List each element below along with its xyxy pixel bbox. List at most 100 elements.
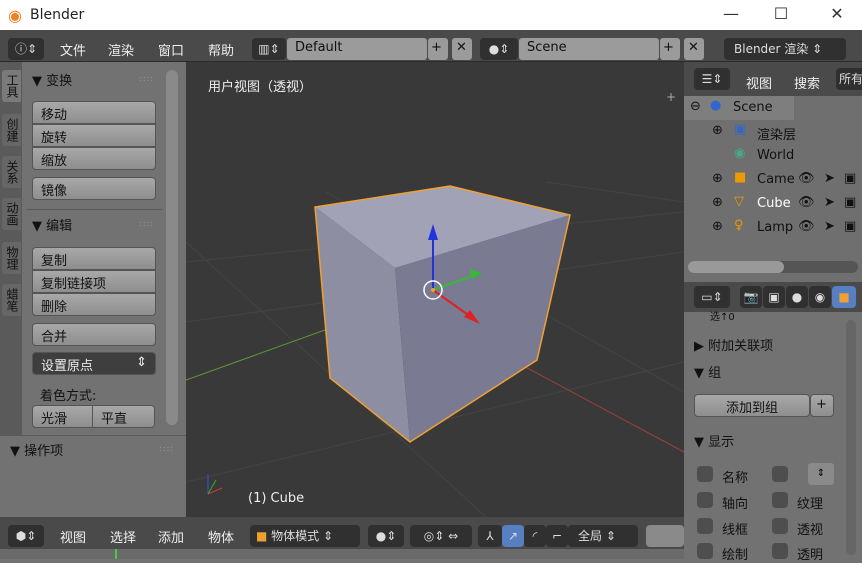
select-arrow-icon[interactable]: ➤ <box>824 195 835 210</box>
rotate-manipulator-icon[interactable]: ◜ <box>524 525 546 547</box>
horizontal-scrollbar[interactable] <box>688 261 858 273</box>
transform-header[interactable]: ▼ 变换 <box>32 70 72 89</box>
mode-select[interactable]: ■ 物体模式 ⇕ <box>250 525 360 547</box>
layers-grid[interactable] <box>646 525 684 547</box>
menu-view[interactable]: 视图 <box>60 527 86 546</box>
properties-scrollbar[interactable] <box>846 320 856 555</box>
outliner-row-cube[interactable]: ⊕ ▽ Cube 👁 ➤ ▣ <box>684 192 862 216</box>
maximize-button[interactable]: ☐ <box>766 4 796 26</box>
smooth-button[interactable]: 光滑 <box>32 405 93 428</box>
select-arrow-icon[interactable]: ➤ <box>824 171 835 186</box>
layout-icon[interactable]: ▥⇕ <box>252 38 286 60</box>
select-arrow-icon[interactable]: ➤ <box>824 219 835 234</box>
editor-type-3d-icon[interactable]: ⬢⇕ <box>8 525 44 547</box>
render-layers-tab-icon[interactable]: ▣ <box>763 286 785 308</box>
move-button[interactable]: 移动 <box>32 101 156 124</box>
menu-window[interactable]: 窗口 <box>158 40 184 59</box>
tab-create[interactable]: 创建 <box>2 114 21 146</box>
partial-field[interactable]: 选↑0 <box>710 308 735 323</box>
timeline[interactable] <box>0 549 684 559</box>
render-engine-select[interactable]: Blender 渲染 ⇕ <box>724 38 846 60</box>
3d-viewport[interactable]: 用户视图（透视） (1) Cube + <box>186 62 684 517</box>
editor-type-info-icon[interactable]: ⓘ⇕ <box>8 38 44 60</box>
drag-grip-icon[interactable]: :::: <box>139 219 154 228</box>
current-frame-marker[interactable] <box>115 549 117 559</box>
expand-icon[interactable]: ⊕ <box>712 123 723 138</box>
pivot-icon[interactable]: ◎⇕ ⇔ <box>410 525 472 547</box>
add-scene-button[interactable]: + <box>660 38 680 60</box>
rotate-button[interactable]: 旋转 <box>32 124 156 147</box>
group-header[interactable]: ▼ 组 <box>694 362 721 381</box>
duplicate-button[interactable]: 复制 <box>32 247 156 270</box>
expand-icon[interactable]: ⊕ <box>712 171 723 186</box>
menu-object[interactable]: 物体 <box>208 527 234 546</box>
menu-file[interactable]: 文件 <box>60 40 86 59</box>
scene-tab-icon[interactable]: ● <box>786 286 808 308</box>
visibility-eye-icon[interactable]: 👁 <box>798 195 815 210</box>
render-camera-icon[interactable]: ▣ <box>844 219 856 234</box>
operator-header[interactable]: ▼ 操作项 <box>10 440 63 459</box>
outliner-row-scene[interactable]: ⊖ ● Scene <box>684 96 794 120</box>
drag-grip-icon[interactable]: :::: <box>139 74 154 83</box>
checkbox[interactable] <box>772 466 788 482</box>
tab-grease-pencil[interactable]: 蜡笔 <box>2 284 21 316</box>
object-tab-icon[interactable]: ■ <box>832 286 856 308</box>
layout-field[interactable]: Default <box>287 38 427 60</box>
close-button[interactable]: ✕ <box>822 4 852 26</box>
expand-icon[interactable]: ⊕ <box>712 219 723 234</box>
name-checkbox[interactable] <box>697 466 713 482</box>
add-layout-button[interactable]: + <box>428 38 448 60</box>
editor-type-properties-icon[interactable]: ▭⇕ <box>694 286 730 308</box>
stepper[interactable]: ⇕ <box>808 463 834 485</box>
scale-manipulator-icon[interactable]: ⌐ <box>546 525 568 547</box>
menu-select[interactable]: 选择 <box>110 527 136 546</box>
render-tab-icon[interactable]: 📷 <box>740 286 762 308</box>
menu-render[interactable]: 渲染 <box>108 40 134 59</box>
menu-add[interactable]: 添加 <box>158 527 184 546</box>
transparency-checkbox[interactable] <box>772 543 788 559</box>
world-tab-icon[interactable]: ◉ <box>809 286 831 308</box>
display-filter-select[interactable]: 所有 <box>836 68 862 90</box>
remove-layout-button[interactable]: ✕ <box>452 38 472 60</box>
outliner-menu-search[interactable]: 搜索 <box>794 73 820 92</box>
outliner-row-lamp[interactable]: ⊕ ♀ Lamp 👁 ➤ ▣ <box>684 216 862 240</box>
delete-button[interactable]: 删除 <box>32 293 156 316</box>
scene-icon[interactable]: ●⇕ <box>480 38 518 60</box>
set-origin-select[interactable]: 设置原点 ⇕ <box>32 352 156 375</box>
collapse-icon[interactable]: ⊖ <box>690 99 701 114</box>
texture-checkbox[interactable] <box>772 492 788 508</box>
draw-checkbox[interactable] <box>697 543 713 559</box>
axis-checkbox[interactable] <box>697 492 713 508</box>
flat-button[interactable]: 平直 <box>92 405 155 428</box>
xray-checkbox[interactable] <box>772 518 788 534</box>
orientation-select[interactable]: 全局 ⇕ <box>568 525 638 547</box>
tab-physics[interactable]: 物理 <box>2 242 21 274</box>
render-camera-icon[interactable]: ▣ <box>844 171 856 186</box>
tab-relations[interactable]: 关系 <box>2 156 21 188</box>
scale-button[interactable]: 缩放 <box>32 147 156 170</box>
add-group-plus-button[interactable]: + <box>810 394 834 417</box>
tab-tools[interactable]: 工具 <box>2 70 21 102</box>
visibility-eye-icon[interactable]: 👁 <box>798 219 815 234</box>
edit-header[interactable]: ▼ 编辑 <box>32 215 72 234</box>
menu-help[interactable]: 帮助 <box>208 40 234 59</box>
duplicate-linked-button[interactable]: 复制链接项 <box>32 270 156 293</box>
editor-type-outliner-icon[interactable]: ☰⇕ <box>694 68 730 90</box>
minimize-button[interactable]: — <box>716 4 746 26</box>
scene-field[interactable]: Scene <box>519 38 659 60</box>
wire-checkbox[interactable] <box>697 518 713 534</box>
drag-grip-icon[interactable]: :::: <box>159 444 174 453</box>
add-to-group-button[interactable]: 添加到组 <box>694 394 810 417</box>
outliner-row-renderlayers[interactable]: ⊕ ▣ 渲染层 <box>684 120 862 144</box>
outliner-row-camera[interactable]: ⊕ ■ Came 👁 ➤ ▣ <box>684 168 862 192</box>
outliner-menu-view[interactable]: 视图 <box>746 73 772 92</box>
render-camera-icon[interactable]: ▣ <box>844 195 856 210</box>
mirror-button[interactable]: 镜像 <box>32 177 156 200</box>
outliner-row-world[interactable]: ◉ World <box>684 144 862 168</box>
translate-manipulator-icon[interactable]: ↗ <box>502 525 524 547</box>
tab-animation[interactable]: 动画 <box>2 198 21 230</box>
display-header[interactable]: ▼ 显示 <box>694 431 734 450</box>
visibility-eye-icon[interactable]: 👁 <box>798 171 815 186</box>
join-button[interactable]: 合并 <box>32 323 156 346</box>
manipulator-toggle-icon[interactable]: ⅄ <box>478 525 502 547</box>
